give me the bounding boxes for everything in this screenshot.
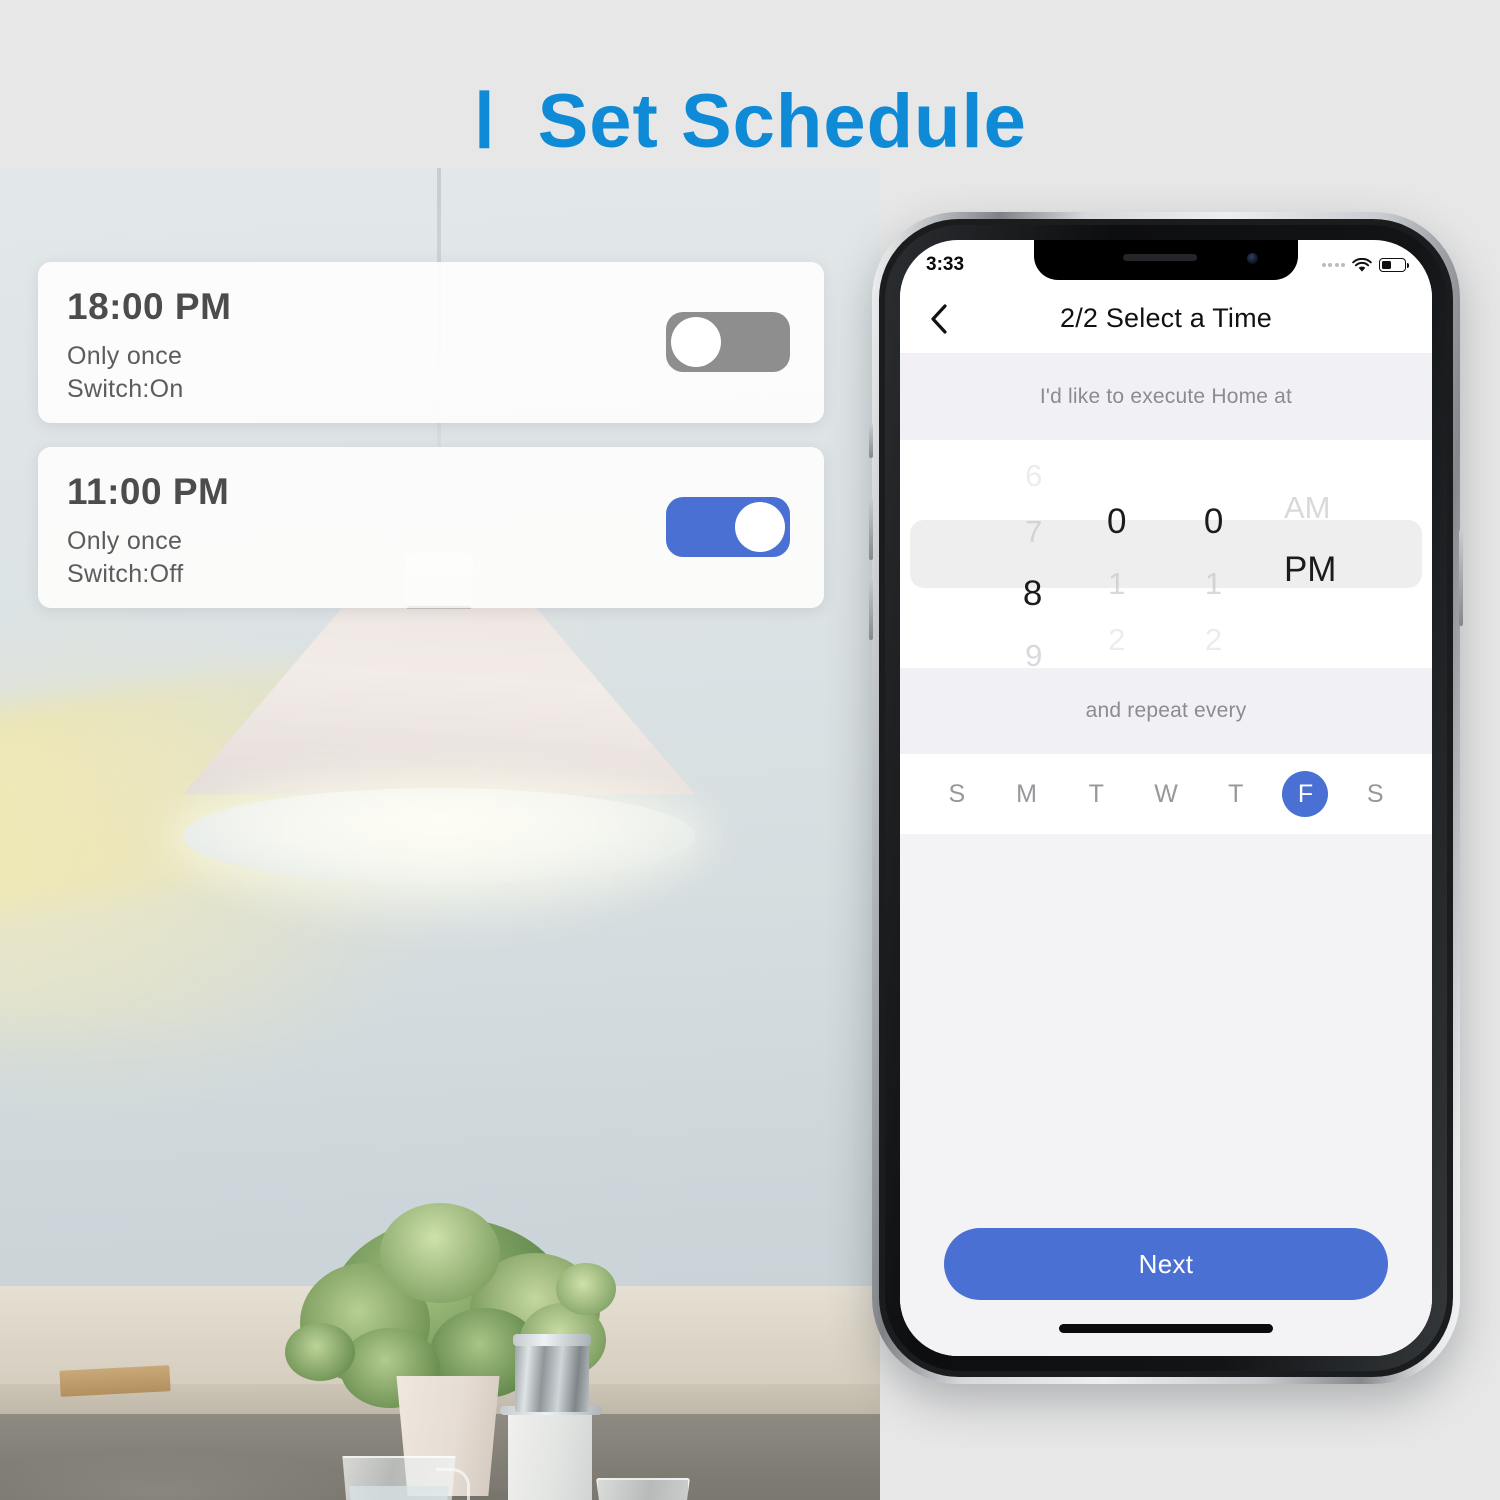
day-toggle-saturday[interactable]: S: [1340, 771, 1410, 817]
picker-item-selected[interactable]: 0: [1204, 488, 1223, 556]
day-toggle-tuesday[interactable]: T: [1061, 771, 1131, 817]
home-indicator-area: [900, 1300, 1432, 1356]
water-glass-handle: [436, 1468, 470, 1500]
back-button[interactable]: [922, 302, 956, 336]
phone-mockup: 3:33 2/2 Select a Time I'd like to execu…: [869, 212, 1463, 1384]
volume-down-button[interactable]: [869, 578, 873, 640]
picker-column-minute-tens[interactable]: 0 1 2: [1068, 440, 1165, 668]
picker-column-meridiem[interactable]: AM PM: [1262, 440, 1432, 668]
picker-item[interactable]: 9: [1025, 628, 1042, 668]
schedule-repeat: Only once: [67, 342, 183, 370]
phone-notch: [1034, 240, 1298, 280]
day-label: S: [1366, 779, 1384, 808]
coffee-press-lid: [513, 1334, 591, 1346]
day-toggle-wednesday[interactable]: W: [1131, 771, 1201, 817]
picker-item[interactable]: 2: [1205, 612, 1222, 668]
title-roman-numeral: Ⅰ: [473, 79, 496, 164]
execute-prompt-label: I'd like to execute Home at: [900, 354, 1432, 440]
picker-item-selected[interactable]: 8: [1023, 560, 1042, 628]
day-label: T: [1088, 779, 1104, 808]
page-title: Ⅰ Set Schedule: [0, 76, 1500, 168]
schedule-repeat: Only once: [67, 527, 183, 555]
picker-item[interactable]: 1: [1205, 556, 1222, 612]
day-label: S: [948, 779, 966, 808]
coffee-press-base: [508, 1406, 592, 1500]
toggle-knob: [735, 502, 785, 552]
repeat-days-row: S M T W T F S: [900, 754, 1432, 834]
day-label: W: [1154, 779, 1178, 808]
earpiece-speaker-icon: [1123, 254, 1198, 261]
title-label: Set Schedule: [537, 79, 1027, 164]
day-toggle-monday[interactable]: M: [992, 771, 1062, 817]
next-button[interactable]: Next: [944, 1228, 1388, 1300]
day-toggle-thursday[interactable]: T: [1201, 771, 1271, 817]
home-indicator[interactable]: [1059, 1323, 1273, 1333]
day-label: F: [1282, 771, 1329, 817]
power-button[interactable]: [1459, 530, 1463, 626]
picker-item[interactable]: 7: [1025, 504, 1042, 560]
schedule-action: Switch:On: [67, 375, 184, 403]
mute-switch[interactable]: [869, 424, 873, 458]
schedule-action: Switch:Off: [67, 560, 184, 588]
screen-title: 2/2 Select a Time: [1059, 303, 1272, 333]
volume-up-button[interactable]: [869, 498, 873, 560]
front-camera-icon: [1247, 253, 1258, 264]
schedule-toggle[interactable]: [666, 312, 790, 372]
schedule-time: 11:00 PM: [67, 471, 230, 512]
wifi-icon: [1352, 257, 1372, 273]
picker-item[interactable]: AM: [1284, 480, 1331, 536]
picker-item[interactable]: 2: [1108, 612, 1125, 668]
signal-dots-icon: [1321, 263, 1345, 267]
picker-item-selected[interactable]: PM: [1284, 536, 1337, 604]
small-glass-cup: [596, 1478, 690, 1500]
status-indicators: [1321, 257, 1409, 273]
content-spacer: [900, 834, 1432, 1228]
repeat-prompt-label: and repeat every: [900, 668, 1432, 754]
toggle-knob: [671, 317, 721, 367]
coffee-press-metal: [515, 1340, 589, 1412]
day-toggle-sunday[interactable]: S: [922, 771, 992, 817]
battery-icon: [1379, 258, 1409, 272]
lamp-glow: [150, 778, 730, 958]
picker-item[interactable]: 6: [1025, 448, 1042, 504]
picker-column-minute-ones[interactable]: 0 1 2: [1165, 440, 1262, 668]
app-header: 2/2 Select a Time: [900, 284, 1432, 354]
app-content: I'd like to execute Home at 6 7 8 9 10: [900, 354, 1432, 1356]
chevron-left-icon: [931, 303, 947, 334]
schedule-card[interactable]: 11:00 PM Only once Switch:Off: [38, 447, 824, 608]
day-toggle-friday[interactable]: F: [1271, 771, 1341, 817]
day-label: T: [1228, 779, 1244, 808]
page-root: Ⅰ Set Schedule 18:00 PM Only once Switch…: [0, 0, 1500, 1500]
schedule-card[interactable]: 18:00 PM Only once Switch:On: [38, 262, 824, 423]
time-picker[interactable]: 6 7 8 9 10 0 1 2: [900, 440, 1432, 668]
picker-item-selected[interactable]: 0: [1107, 488, 1126, 556]
picker-column-hour[interactable]: 6 7 8 9 10: [900, 440, 1068, 668]
status-time: 3:33: [926, 254, 965, 275]
footer-actions: Next: [900, 1228, 1432, 1300]
schedule-time: 18:00 PM: [67, 286, 232, 327]
day-label: M: [1016, 779, 1037, 808]
phone-screen: 3:33 2/2 Select a Time I'd like to execu…: [900, 240, 1432, 1356]
schedule-toggle[interactable]: [666, 497, 790, 557]
picker-item[interactable]: 1: [1108, 556, 1125, 612]
